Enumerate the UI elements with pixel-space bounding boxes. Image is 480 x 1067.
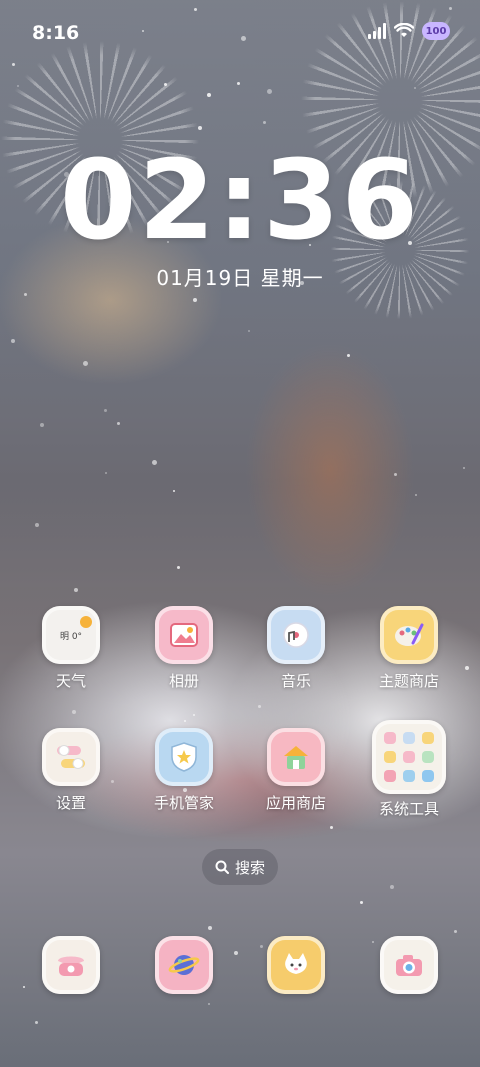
dock-messages[interactable]	[267, 936, 325, 994]
weather-icon-text: 明 0°	[59, 631, 83, 642]
snowflake	[414, 87, 416, 89]
app-music[interactable]: 音乐	[240, 606, 352, 691]
app-app-store[interactable]: 应用商店	[240, 728, 352, 813]
snowflake	[74, 588, 78, 592]
dock-phone[interactable]	[42, 936, 100, 994]
camera-icon	[396, 955, 422, 976]
search-button[interactable]: 搜索	[202, 849, 278, 885]
app-gallery[interactable]: 相册	[128, 606, 240, 691]
snowflake	[173, 490, 175, 492]
snowflake	[267, 89, 272, 94]
app-settings[interactable]: 设置	[15, 728, 127, 813]
snowflake	[208, 926, 212, 930]
app-system-tools-folder[interactable]: 系统工具	[353, 720, 465, 819]
snowflake	[347, 354, 350, 357]
gallery-icon	[155, 606, 213, 664]
snowflake	[263, 121, 266, 124]
snowflake	[454, 930, 457, 933]
snowflake	[104, 409, 107, 412]
app-label: 主题商店	[378, 672, 439, 690]
snowflake	[11, 339, 15, 343]
music-icon	[267, 606, 325, 664]
app-label: 应用商店	[265, 794, 326, 812]
snowflake	[258, 705, 261, 708]
snowflake	[17, 85, 19, 87]
system-tools-icon	[372, 720, 446, 794]
settings-icon	[42, 728, 100, 786]
snowflake	[152, 460, 157, 465]
dock-camera[interactable]	[380, 936, 438, 994]
app-label: 手机管家	[153, 794, 214, 812]
snowflake	[105, 472, 107, 474]
weather-icon: 明 0°	[42, 606, 100, 664]
browser-icon	[168, 955, 200, 975]
snowflake	[72, 710, 76, 714]
phone-manager-icon	[155, 728, 213, 786]
status-icons: 100	[368, 22, 450, 40]
theme-store-icon	[380, 606, 438, 664]
battery-icon: 100	[422, 22, 450, 40]
app-label: 音乐	[280, 672, 311, 690]
folder-preview-grid	[384, 732, 434, 782]
snowflake	[117, 422, 120, 425]
snowflake	[164, 83, 167, 86]
app-label: 系统工具	[378, 800, 439, 818]
app-label: 相册	[168, 672, 199, 690]
app-theme-store[interactable]: 主题商店	[353, 606, 465, 691]
snowflake	[248, 330, 250, 332]
status-time: 8:16	[32, 22, 80, 44]
snowflake	[207, 93, 211, 97]
snowflake	[372, 941, 374, 943]
wifi-icon	[394, 23, 414, 37]
app-store-icon	[267, 728, 325, 786]
snowflake	[24, 293, 27, 296]
snowflake	[193, 298, 197, 302]
app-label: 天气	[55, 672, 86, 690]
signal-icon	[368, 23, 386, 39]
snowflake	[330, 826, 333, 829]
snowflake	[177, 566, 180, 569]
app-phone-manager[interactable]: 手机管家	[128, 728, 240, 813]
snowflake	[234, 951, 238, 955]
dock-browser[interactable]	[155, 936, 213, 994]
snowflake	[208, 1003, 210, 1005]
snowflake	[394, 473, 397, 476]
snowflake	[198, 126, 202, 130]
snowflake	[390, 885, 394, 889]
battery-level: 100	[425, 25, 447, 37]
snowflake	[83, 361, 88, 366]
snowflake	[237, 82, 240, 85]
app-weather[interactable]: 明 0° 天气	[15, 606, 127, 691]
search-label: 搜索	[234, 858, 265, 877]
snowflake	[415, 494, 417, 496]
snowflake	[193, 714, 195, 716]
snowflake	[465, 666, 469, 670]
snowflake	[35, 523, 39, 527]
snowflake	[40, 423, 44, 427]
snowflake	[184, 720, 186, 722]
snowflake	[360, 901, 363, 904]
phone-icon	[58, 956, 84, 976]
snowflake	[35, 1021, 38, 1024]
clock-widget-date: 01月19日 星期一	[156, 266, 324, 290]
snowflake	[463, 467, 465, 469]
messages-icon	[285, 953, 307, 974]
snowflake	[23, 986, 25, 988]
status-bar: 8:16 100	[0, 0, 480, 68]
search-icon	[215, 860, 229, 874]
app-label: 设置	[55, 794, 86, 812]
clock-widget-time[interactable]: 02:36	[0, 140, 480, 260]
snowflake	[260, 945, 263, 948]
